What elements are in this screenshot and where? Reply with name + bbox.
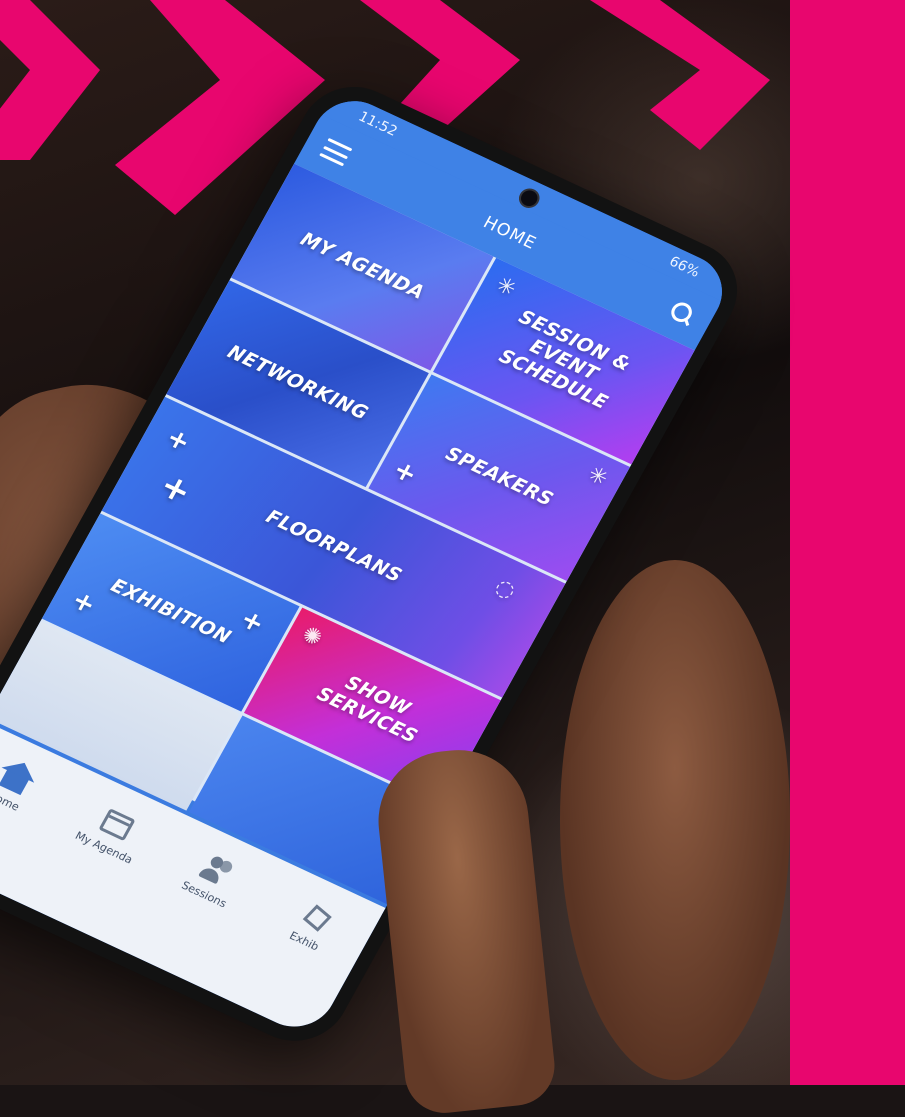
sparkle-icon: ✳ — [491, 272, 521, 303]
tile-label: SHOW SERVICES — [313, 671, 422, 748]
home-icon — [0, 757, 39, 797]
chevron-shape — [590, 0, 770, 150]
plus-icon: + — [235, 604, 270, 640]
plus-icon: + — [160, 422, 196, 459]
plus-icon: + — [66, 585, 102, 621]
nav-exhibitors[interactable]: Exhib — [265, 887, 361, 964]
plus-icon: + — [387, 454, 423, 491]
right-hand — [560, 560, 790, 1080]
sparkle-icon: ✳ — [583, 461, 613, 492]
speech-bubble-icon: ◌ — [490, 574, 521, 605]
firework-icon: ✺ — [297, 622, 327, 653]
plus-icon: + — [152, 465, 199, 513]
page-title: HOME — [479, 212, 540, 254]
chevron-shape — [0, 0, 100, 160]
pink-brand-bar — [790, 0, 905, 1085]
search-icon[interactable] — [667, 299, 698, 328]
nav-sessions[interactable]: Sessions — [165, 840, 261, 917]
calendar-icon — [95, 804, 139, 844]
nav-my-agenda[interactable]: My Agenda — [64, 794, 160, 871]
tile-label: MY AGENDA — [296, 228, 429, 304]
tile-label: FLOORPLANS — [262, 505, 406, 588]
tile-label: SPEAKERS — [441, 442, 558, 511]
status-battery: 66% — [666, 253, 703, 281]
tile-label: EXHIBITION — [107, 574, 235, 649]
nav-home[interactable]: Home — [0, 747, 61, 824]
hamburger-menu-icon[interactable] — [319, 137, 353, 167]
tile-label: NETWORKING — [223, 341, 372, 425]
people-icon — [196, 850, 240, 890]
box-icon — [296, 897, 340, 937]
